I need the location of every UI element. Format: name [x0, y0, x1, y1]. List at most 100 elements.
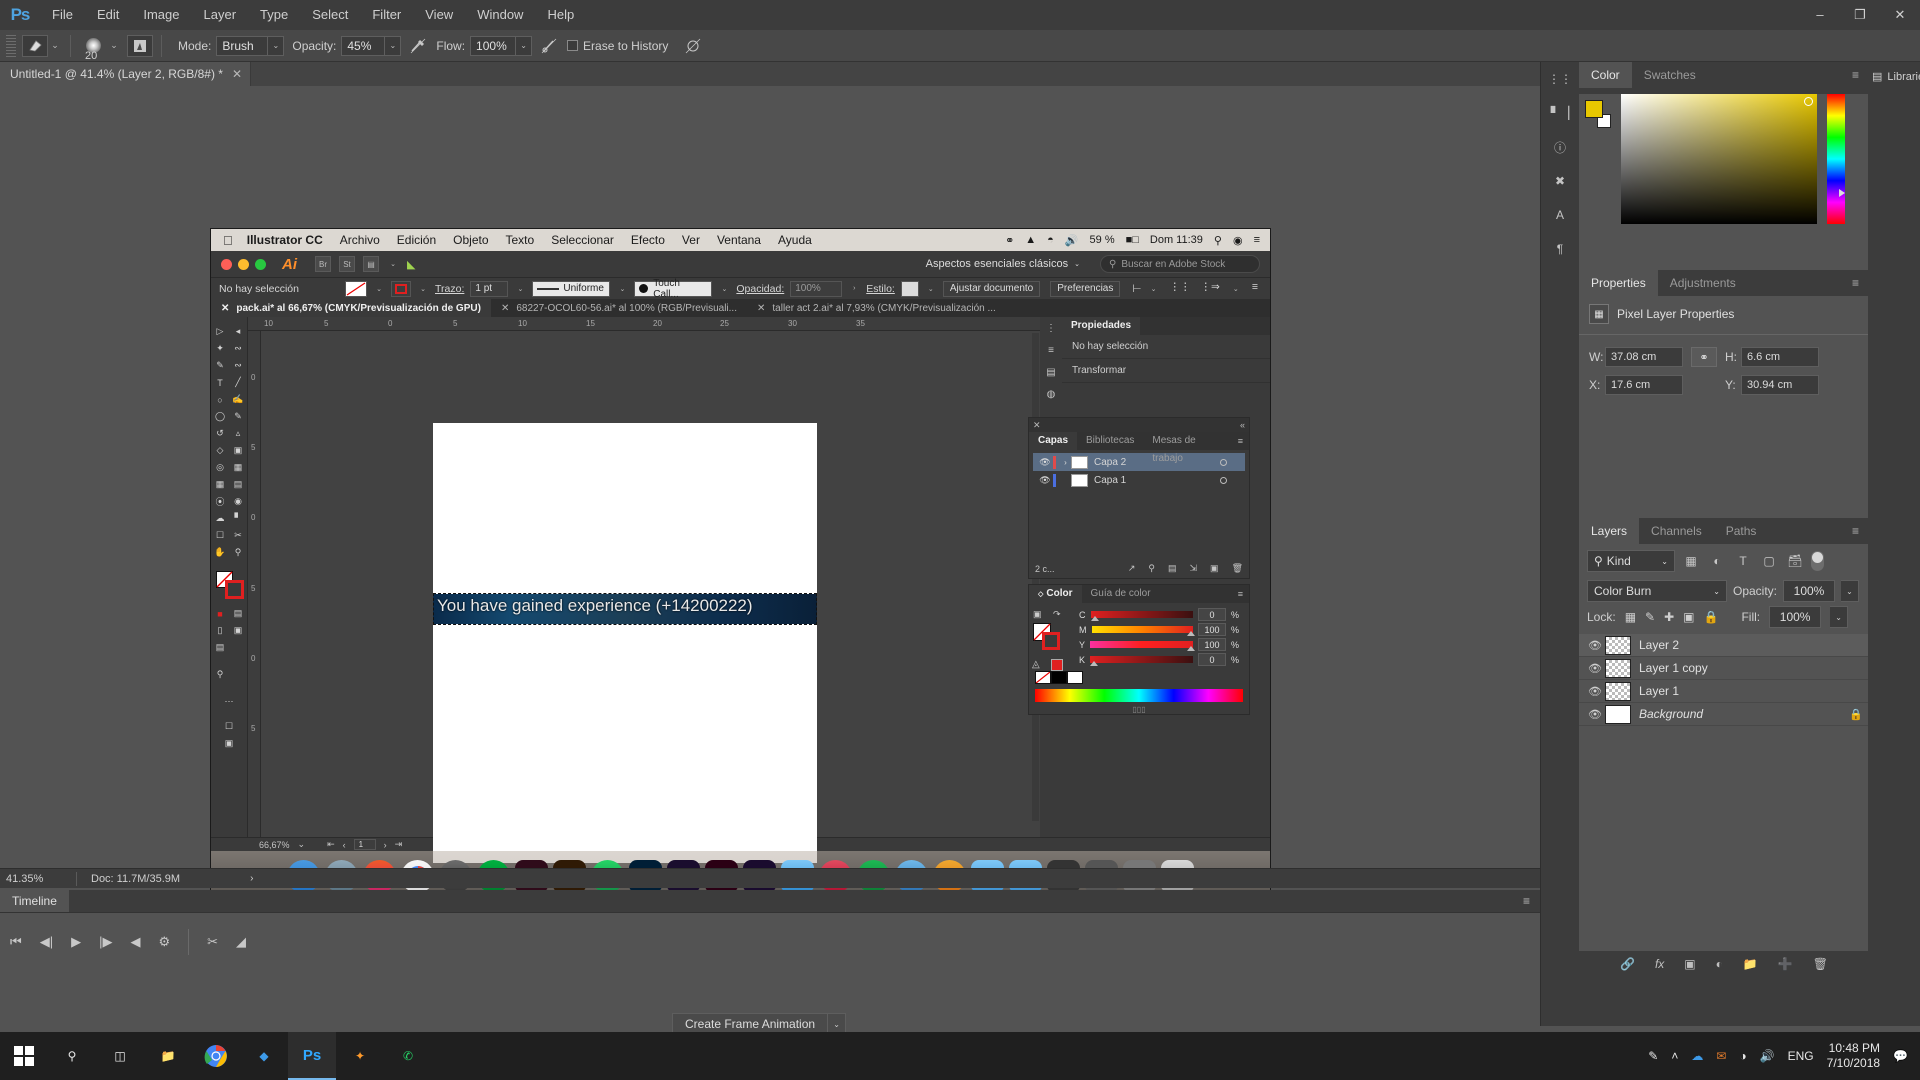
- dropbox-icon[interactable]: ◆: [240, 1032, 288, 1080]
- panel-menu-icon[interactable]: ≡: [1842, 270, 1869, 296]
- lock-icon[interactable]: 🔒: [1849, 708, 1863, 721]
- tab-paths[interactable]: Paths: [1713, 518, 1769, 544]
- collect-in-layer-icon[interactable]: ▤: [1168, 563, 1177, 574]
- mac-menu-objeto[interactable]: Objeto: [453, 233, 488, 247]
- volume-icon[interactable]: 🔊: [1065, 234, 1079, 247]
- minimize-icon[interactable]: [238, 258, 249, 270]
- workspace-switcher[interactable]: Aspectos esenciales clásicos ⌄: [926, 258, 1080, 270]
- chevron-up-icon[interactable]: ˄: [1671, 1049, 1678, 1063]
- pen-tool-icon[interactable]: ✎: [211, 357, 229, 374]
- artboard[interactable]: You have gained experience (+14200222): [433, 423, 817, 863]
- notifications-icon[interactable]: 💬: [1893, 1049, 1908, 1063]
- panel-menu-icon[interactable]: ≡: [1842, 518, 1869, 544]
- rotate-tool-icon[interactable]: ↺: [211, 425, 229, 442]
- close-icon[interactable]: ✕: [232, 67, 242, 81]
- dropbox-icon[interactable]: ▲: [1025, 234, 1036, 246]
- direct-selection-tool-icon[interactable]: ◂: [229, 323, 247, 340]
- play-button[interactable]: ▶: [71, 934, 81, 950]
- lock-artboard-nesting-icon[interactable]: ▣: [1683, 610, 1694, 624]
- new-layer-icon[interactable]: ▣: [1210, 563, 1219, 574]
- paintbrush-tool-icon[interactable]: ✍: [229, 391, 247, 408]
- width-tool-icon[interactable]: ◇: [211, 442, 229, 459]
- illustrator-document-canvas[interactable]: 10 5 0 5 10 15 20 25 30 35 0 5 0 5 0 5 Y…: [248, 317, 1040, 863]
- mac-menu-efecto[interactable]: Efecto: [631, 233, 665, 247]
- first-page-icon[interactable]: ⇤: [327, 839, 335, 850]
- fill-stroke-swatches[interactable]: [211, 571, 247, 605]
- zoom-icon[interactable]: [255, 258, 266, 270]
- new-fill-adjustment-icon[interactable]: ◐: [1716, 957, 1723, 971]
- eye-icon[interactable]: 👁: [1585, 685, 1605, 698]
- tab-guia-de-color[interactable]: Guía de color: [1082, 585, 1160, 603]
- type-tool-icon[interactable]: T: [211, 374, 229, 391]
- black-swatch[interactable]: [1051, 671, 1067, 684]
- tab-channels[interactable]: Channels: [1639, 518, 1714, 544]
- tab-propiedades[interactable]: Propiedades: [1062, 317, 1141, 335]
- tab-properties[interactable]: Properties: [1579, 270, 1658, 296]
- hue-strip[interactable]: [1827, 94, 1845, 224]
- collapse-icon[interactable]: «: [1240, 420, 1245, 430]
- minimize-button[interactable]: –: [1800, 0, 1840, 30]
- ai-page-number[interactable]: 1: [353, 839, 376, 850]
- chevron-down-icon[interactable]: ⌄: [925, 281, 937, 297]
- previous-frame-button[interactable]: ◀|: [40, 934, 53, 950]
- chevron-down-icon[interactable]: ⌄: [417, 281, 429, 297]
- mac-menu-ayuda[interactable]: Ayuda: [778, 233, 812, 247]
- target-indicator-icon[interactable]: [1220, 476, 1227, 484]
- ai-zoom-level[interactable]: 66,67%: [259, 840, 290, 850]
- transparency-panel-icon[interactable]: ◍: [1040, 383, 1062, 405]
- slider-value-k[interactable]: 0: [1197, 653, 1226, 666]
- close-icon[interactable]: ✕: [757, 303, 765, 314]
- layer-fill-value[interactable]: 100%: [1769, 606, 1822, 628]
- mac-menu-archivo[interactable]: Archivo: [340, 233, 380, 247]
- color-swatch-icon[interactable]: ■: [211, 605, 229, 622]
- locate-object-icon[interactable]: ↗: [1128, 563, 1136, 574]
- draw-behind-icon[interactable]: ▤: [211, 639, 229, 656]
- filter-shape-icon[interactable]: ▢: [1759, 550, 1779, 572]
- eye-icon[interactable]: 👁: [1585, 662, 1605, 675]
- gradient-panel-icon[interactable]: ▤: [1040, 361, 1062, 383]
- swap-arrow-icon[interactable]: ↷: [1053, 609, 1061, 620]
- onedrive-icon[interactable]: ☁: [1691, 1049, 1703, 1063]
- options-bar-grip[interactable]: [6, 34, 16, 57]
- ai-tab-pack[interactable]: ✕ pack.ai* al 66,67% (CMYK/Previsualizac…: [211, 299, 491, 317]
- panel-menu-icon[interactable]: ≡: [1040, 339, 1062, 361]
- make-sublayer-icon[interactable]: ⇲: [1190, 563, 1198, 574]
- delete-layer-icon[interactable]: 🗑: [1813, 957, 1828, 971]
- table-row[interactable]: 👁 Layer 1 copy: [1579, 657, 1869, 680]
- info-panel-icon[interactable]: ⓘ: [1541, 130, 1579, 164]
- erase-to-history-checkbox[interactable]: [567, 40, 579, 51]
- eye-icon[interactable]: 👁: [1585, 708, 1605, 721]
- bridge-icon[interactable]: Br: [315, 256, 331, 272]
- close-icon[interactable]: ✕: [221, 303, 229, 314]
- prev-page-icon[interactable]: ‹: [343, 840, 346, 850]
- arrange-documents-icon[interactable]: ▤: [363, 256, 379, 272]
- hand-tool-icon[interactable]: ✋: [211, 544, 229, 561]
- network-icon[interactable]: ◑: [1739, 1049, 1746, 1063]
- siri-icon[interactable]: ◉: [1233, 234, 1243, 247]
- mac-menu-app[interactable]: Illustrator CC: [247, 233, 323, 247]
- slider-value-m[interactable]: 100: [1197, 623, 1226, 636]
- menu-view[interactable]: View: [413, 0, 465, 30]
- shaper-tool-icon[interactable]: ◯: [211, 408, 229, 425]
- mesh-tool-icon[interactable]: ▦: [211, 476, 229, 493]
- table-row[interactable]: 👁 Background 🔒: [1579, 703, 1869, 726]
- mac-menu-seleccionar[interactable]: Seleccionar: [551, 233, 614, 247]
- layer-opacity-value[interactable]: 100%: [1783, 580, 1836, 602]
- menu-select[interactable]: Select: [300, 0, 360, 30]
- layer-filter-kind-dropdown[interactable]: ⚲ Kind ⌄: [1587, 550, 1675, 572]
- stroke-color-swatch[interactable]: [1042, 632, 1060, 650]
- next-frame-button[interactable]: |▶: [99, 934, 112, 950]
- tab-color[interactable]: ◇ Color: [1029, 585, 1082, 603]
- mail-icon[interactable]: ✉: [1716, 1049, 1726, 1063]
- brush-panel-toggle-icon[interactable]: [127, 34, 153, 57]
- ai-layer-row-capa-1[interactable]: 👁 Capa 1: [1033, 471, 1245, 489]
- photoshop-icon[interactable]: Ps: [288, 1032, 336, 1080]
- tab-capas[interactable]: Capas: [1029, 432, 1078, 450]
- filter-smart-object-icon[interactable]: 🗃: [1785, 550, 1805, 572]
- color-spectrum-bar[interactable]: [1035, 689, 1243, 702]
- close-icon[interactable]: ✕: [501, 303, 509, 314]
- volume-icon[interactable]: 🔊: [1760, 1049, 1775, 1063]
- panel-menu-icon[interactable]: ≡: [1842, 62, 1869, 88]
- new-group-icon[interactable]: 📁: [1743, 957, 1758, 971]
- tab-adjustments[interactable]: Adjustments: [1657, 270, 1748, 296]
